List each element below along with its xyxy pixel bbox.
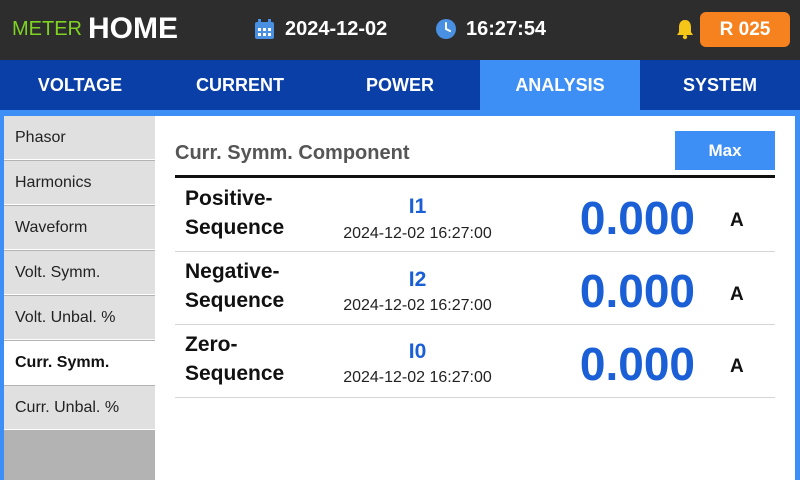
sequence-unit: A (730, 356, 744, 377)
sequence-name: Positive- Sequence (185, 184, 284, 242)
tab-analysis[interactable]: ANALYSIS (480, 60, 640, 110)
sequence-name-line1: Negative- (185, 260, 280, 283)
sequence-name-line2: Sequence (185, 216, 285, 239)
sequence-timestamp: 2024-12-02 16:27:00 (343, 369, 492, 386)
sequence-code: I0 (408, 340, 427, 363)
sequence-timestamp: 2024-12-02 16:27:00 (343, 225, 492, 242)
row-divider (175, 397, 775, 398)
tab-current[interactable]: CURRENT (160, 60, 320, 110)
home-title[interactable]: HOME (88, 12, 178, 46)
bell-icon[interactable] (674, 18, 696, 40)
record-badge[interactable]: R 025 (700, 12, 790, 47)
sequence-timestamp: 2024-12-02 16:27:00 (343, 297, 492, 314)
row-divider (175, 324, 775, 325)
sequence-name-line1: Zero- (185, 333, 238, 356)
calendar-icon (255, 19, 274, 39)
sequence-value: 0.000 (579, 338, 695, 390)
sequence-name: Zero- Sequence (185, 330, 284, 388)
clock-icon (436, 19, 456, 39)
sidebar-item-harmonics[interactable]: Harmonics (4, 161, 155, 205)
row-divider (175, 251, 775, 252)
header-divider (175, 175, 775, 178)
sequence-name-line2: Sequence (185, 289, 285, 312)
sequence-code: I2 (408, 268, 427, 291)
sequence-name-line2: Sequence (185, 362, 285, 385)
sidebar-item-volt-symm[interactable]: Volt. Symm. (4, 251, 155, 295)
meter-label: METER (12, 18, 82, 40)
sequence-name: Negative- Sequence (185, 257, 284, 315)
sidebar-item-curr-unbal[interactable]: Curr. Unbal. % (4, 386, 155, 430)
header-time: 16:27:54 (466, 18, 547, 40)
sidebar-item-waveform[interactable]: Waveform (4, 206, 155, 250)
main-tab-bar: VOLTAGE CURRENT POWER ANALYSIS SYSTEM (0, 60, 800, 110)
max-button[interactable]: Max (675, 131, 775, 170)
sequence-code: I1 (408, 195, 427, 218)
sidebar-item-phasor[interactable]: Phasor (4, 116, 155, 160)
sequence-unit: A (730, 210, 744, 231)
sidebar-item-curr-symm[interactable]: Curr. Symm. (4, 341, 155, 385)
panel-title: Curr. Symm. Component (175, 142, 410, 164)
tab-system[interactable]: SYSTEM (640, 60, 800, 110)
header-date: 2024-12-02 (285, 18, 388, 40)
sequence-value: 0.000 (579, 265, 695, 317)
tab-power[interactable]: POWER (320, 60, 480, 110)
tab-voltage[interactable]: VOLTAGE (0, 60, 160, 110)
sequence-value: 0.000 (579, 192, 695, 244)
sidebar-item-volt-unbal[interactable]: Volt. Unbal. % (4, 296, 155, 340)
sequence-name-line1: Positive- (185, 187, 273, 210)
sequence-unit: A (730, 284, 744, 305)
